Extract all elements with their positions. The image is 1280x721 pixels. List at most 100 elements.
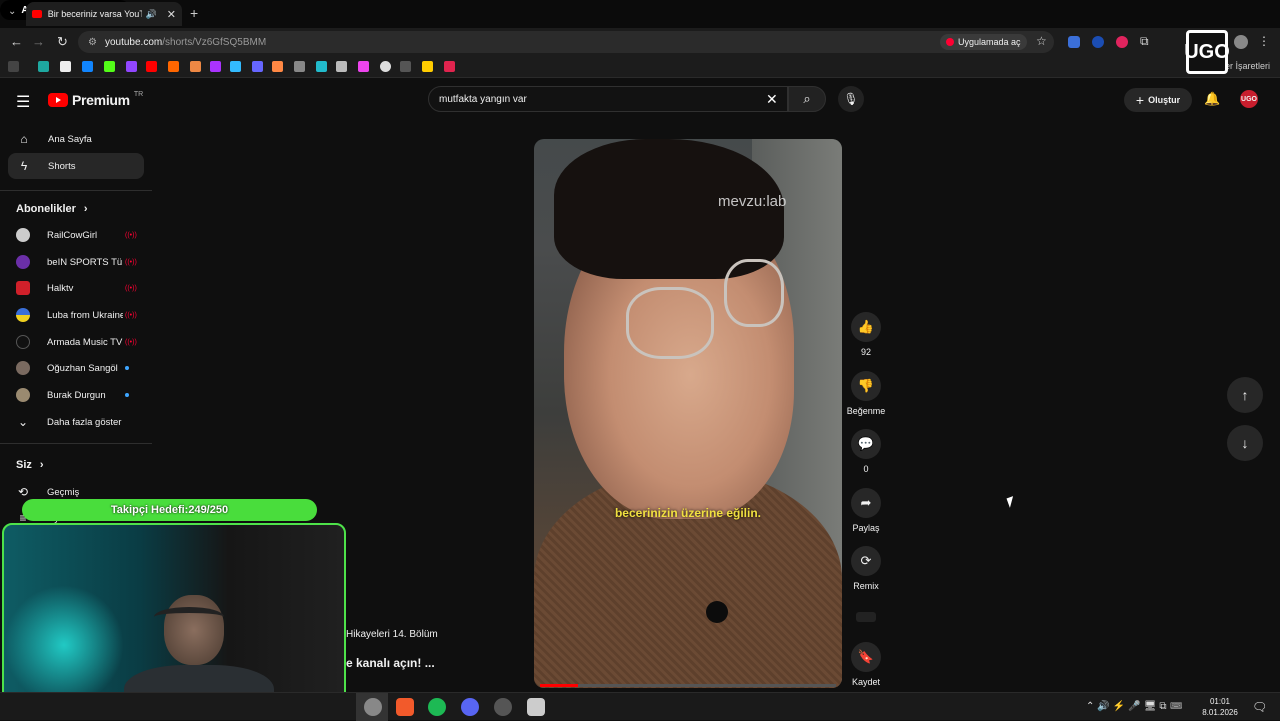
- sidebar-subscription-item[interactable]: Luba from Ukraine ((•)): [16, 305, 146, 325]
- save-button[interactable]: 🔖 Kaydet: [846, 642, 886, 687]
- sound-thumbnail[interactable]: [856, 612, 876, 622]
- sidebar-subscription-item[interactable]: Burak Durgun: [16, 385, 146, 405]
- sidebar-subscription-item[interactable]: Halktv ((•)): [16, 278, 146, 298]
- brave-icon[interactable]: [396, 698, 414, 716]
- search-input[interactable]: mutfakta yangın var: [428, 86, 788, 112]
- system-tray-icons[interactable]: ⌃🔊⚡🎤🖥⧉⌨: [1086, 701, 1185, 712]
- address-bar[interactable]: ⚙ youtube.com/shorts/Vz6GfSQ5BMM Uygulam…: [78, 31, 1054, 53]
- x-twitter-icon[interactable]: [60, 61, 71, 72]
- spotify-icon[interactable]: [428, 698, 446, 716]
- share-button[interactable]: ➦ Paylaş: [846, 488, 886, 533]
- obs-icon[interactable]: [494, 698, 512, 716]
- tab-search-icon[interactable]: ⌄: [8, 6, 16, 17]
- video-progress-bar[interactable]: [540, 684, 836, 687]
- youtube-premium-logo[interactable]: Premium TR: [48, 90, 144, 108]
- browser-tab[interactable]: Bir beceriniz varsa YouTube 🔊 ✕: [26, 2, 182, 26]
- open-in-app-button[interactable]: Uygulamada aç: [940, 34, 1027, 50]
- url-host: youtube.com: [104, 36, 163, 48]
- bookmark-icon[interactable]: [358, 61, 369, 72]
- youtube-icon[interactable]: [146, 61, 157, 72]
- bookmark-icon[interactable]: [168, 61, 179, 72]
- new-tab-button[interactable]: +: [190, 5, 198, 21]
- back-arrow-icon[interactable]: ←: [10, 34, 23, 49]
- translate-extension-icon[interactable]: [1068, 36, 1080, 48]
- bookmark-icon[interactable]: [272, 61, 283, 72]
- notifications-bell-icon[interactable]: 🔔: [1204, 91, 1220, 107]
- voice-search-button[interactable]: 🎙: [838, 86, 864, 112]
- channel-avatar: [16, 255, 30, 269]
- subscriptions-label: Abonelikler: [16, 203, 76, 215]
- you-heading[interactable]: Siz ›: [16, 459, 44, 471]
- audio-playing-icon[interactable]: 🔊: [146, 9, 157, 20]
- video-watermark: mevzu:lab: [718, 193, 787, 210]
- site-info-icon[interactable]: ⚙: [88, 37, 97, 48]
- clear-search-icon[interactable]: ✕: [766, 91, 778, 108]
- webcam-headphones: [154, 607, 224, 627]
- sidebar-subscription-item[interactable]: Oğuzhan Sangöl: [16, 358, 146, 378]
- youtube-play-icon: [48, 93, 68, 107]
- apps-grid-icon[interactable]: [8, 61, 19, 72]
- bookmark-icon[interactable]: [400, 61, 411, 72]
- logo-region: TR: [133, 90, 144, 98]
- bookmark-icon[interactable]: [210, 61, 221, 72]
- taskbar-clock[interactable]: 01:01 8.01.2026: [1198, 696, 1242, 718]
- extension-icon[interactable]: [1092, 36, 1104, 48]
- like-button[interactable]: 👍 92: [846, 312, 886, 357]
- subscriptions-heading[interactable]: Abonelikler ›: [16, 203, 88, 215]
- previous-short-button[interactable]: ↑: [1227, 377, 1263, 413]
- channel-name: RailCowGirl: [47, 229, 98, 241]
- sidebar-item-home[interactable]: ⌂ Ana Sayfa: [8, 126, 144, 152]
- home-icon: ⌂: [20, 132, 28, 146]
- account-avatar[interactable]: UGO: [1240, 90, 1258, 108]
- bookmark-icon[interactable]: [252, 61, 263, 72]
- bookmark-icon[interactable]: [230, 61, 241, 72]
- remix-button[interactable]: ⟳ Remix: [846, 546, 886, 591]
- tab-close-icon[interactable]: ✕: [167, 8, 176, 21]
- forward-arrow-icon[interactable]: →: [32, 34, 45, 49]
- logo-text: Premium: [72, 92, 130, 108]
- profile-avatar[interactable]: [1234, 35, 1248, 49]
- channel-name: Luba from Ukraine: [47, 309, 123, 321]
- browser-toolbar: ← → ↻ ⚙ youtube.com/shorts/Vz6GfSQ5BMM U…: [0, 28, 1280, 56]
- bookmark-icon[interactable]: [380, 61, 391, 72]
- channel-name: beIN SPORTS Tü...: [47, 256, 123, 268]
- chevron-right-icon: ›: [39, 459, 44, 471]
- channel-avatar: [16, 281, 30, 295]
- bookmark-icon[interactable]: [190, 61, 201, 72]
- bluesky-icon[interactable]: [82, 61, 93, 72]
- create-label: Oluştur: [1148, 95, 1181, 105]
- sidebar-subscription-item[interactable]: beIN SPORTS Tü... ((•)): [16, 252, 146, 272]
- sidebar-subscription-item[interactable]: Armada Music TV ((•)): [16, 332, 146, 352]
- next-short-button[interactable]: ↓: [1227, 425, 1263, 461]
- chrome-icon[interactable]: [364, 698, 382, 716]
- search-button[interactable]: ⌕: [788, 86, 826, 112]
- bookmark-icon[interactable]: [294, 61, 305, 72]
- kick-icon[interactable]: [104, 61, 115, 72]
- extension-icon[interactable]: [1116, 36, 1128, 48]
- dislike-button[interactable]: 👎 Beğenme: [846, 371, 886, 416]
- bookmark-icon: 🔖: [851, 642, 881, 672]
- bookmark-icon[interactable]: [444, 61, 455, 72]
- extensions-puzzle-icon[interactable]: ⧉: [1140, 34, 1149, 49]
- comments-button[interactable]: 💬 0: [846, 429, 886, 474]
- bookmark-icon[interactable]: [336, 61, 347, 72]
- bookmark-star-icon[interactable]: ☆: [1036, 34, 1047, 48]
- menu-dots-icon[interactable]: ⋮: [1258, 34, 1270, 48]
- discord-icon[interactable]: [461, 698, 479, 716]
- create-button[interactable]: + Oluştur: [1124, 88, 1192, 112]
- sidebar-item-shorts[interactable]: ϟ Shorts: [8, 153, 144, 179]
- bookmark-icon[interactable]: [422, 61, 433, 72]
- bookmark-icon[interactable]: [38, 61, 49, 72]
- streamer-logo-overlay: UGO: [1184, 30, 1230, 74]
- file-icon[interactable]: [527, 698, 545, 716]
- menu-hamburger-icon[interactable]: ☰: [16, 92, 30, 112]
- short-video-player[interactable]: mevzu:lab becerinizin üzerine eğilin.: [534, 139, 842, 688]
- bookmark-icon[interactable]: [316, 61, 327, 72]
- reload-icon[interactable]: ↻: [57, 34, 68, 50]
- twitch-icon[interactable]: [126, 61, 137, 72]
- show-more-button[interactable]: ⌄ Daha fazla göster: [16, 412, 146, 432]
- notification-icon[interactable]: 🗨: [1252, 700, 1267, 714]
- arrow-up-icon: ↑: [1241, 387, 1249, 403]
- microphone-icon: 🎙: [843, 92, 859, 106]
- sidebar-subscription-item[interactable]: RailCowGirl ((•)): [16, 225, 146, 245]
